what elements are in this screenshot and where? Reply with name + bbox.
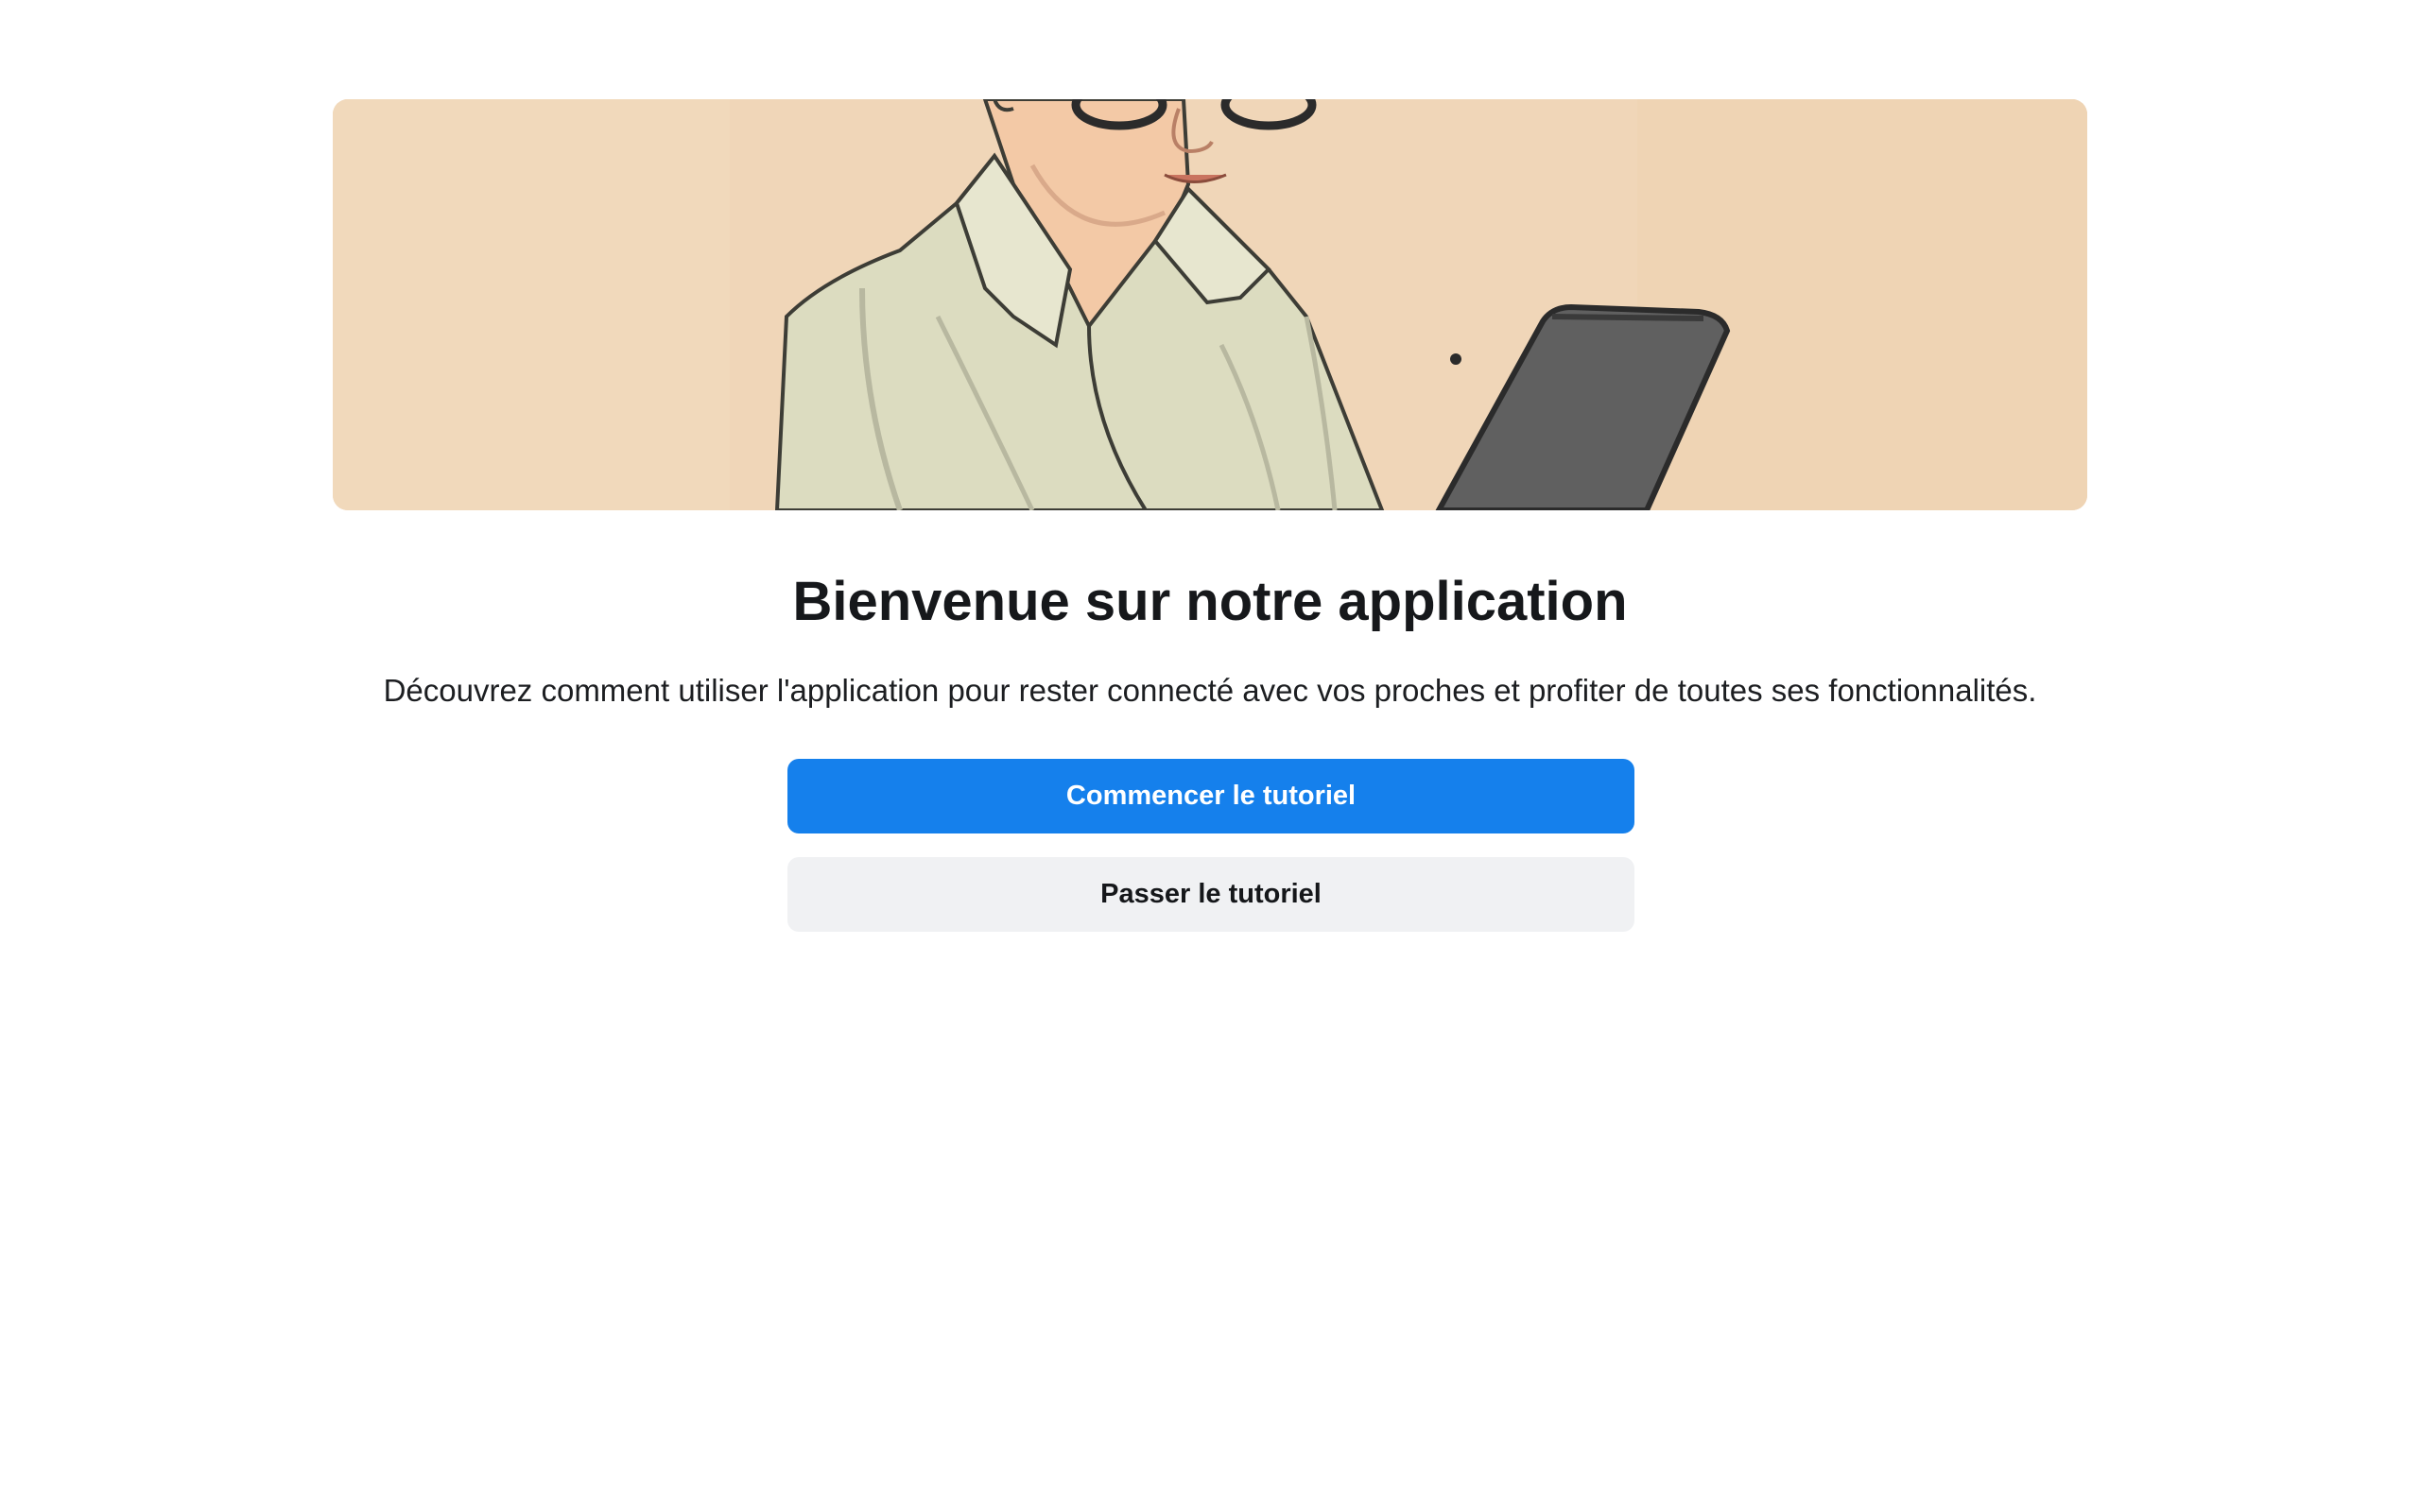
skip-tutorial-button[interactable]: Passer le tutoriel xyxy=(787,857,1634,932)
welcome-description: Découvrez comment utiliser l'application… xyxy=(383,673,2037,708)
page-title: Bienvenue sur notre application xyxy=(792,571,1628,632)
hero-illustration xyxy=(333,99,2087,510)
senior-woman-tablet-illustration xyxy=(333,99,2087,510)
welcome-screen: Bienvenue sur notre application Découvre… xyxy=(0,0,2420,1512)
start-tutorial-button[interactable]: Commencer le tutoriel xyxy=(787,759,1634,833)
